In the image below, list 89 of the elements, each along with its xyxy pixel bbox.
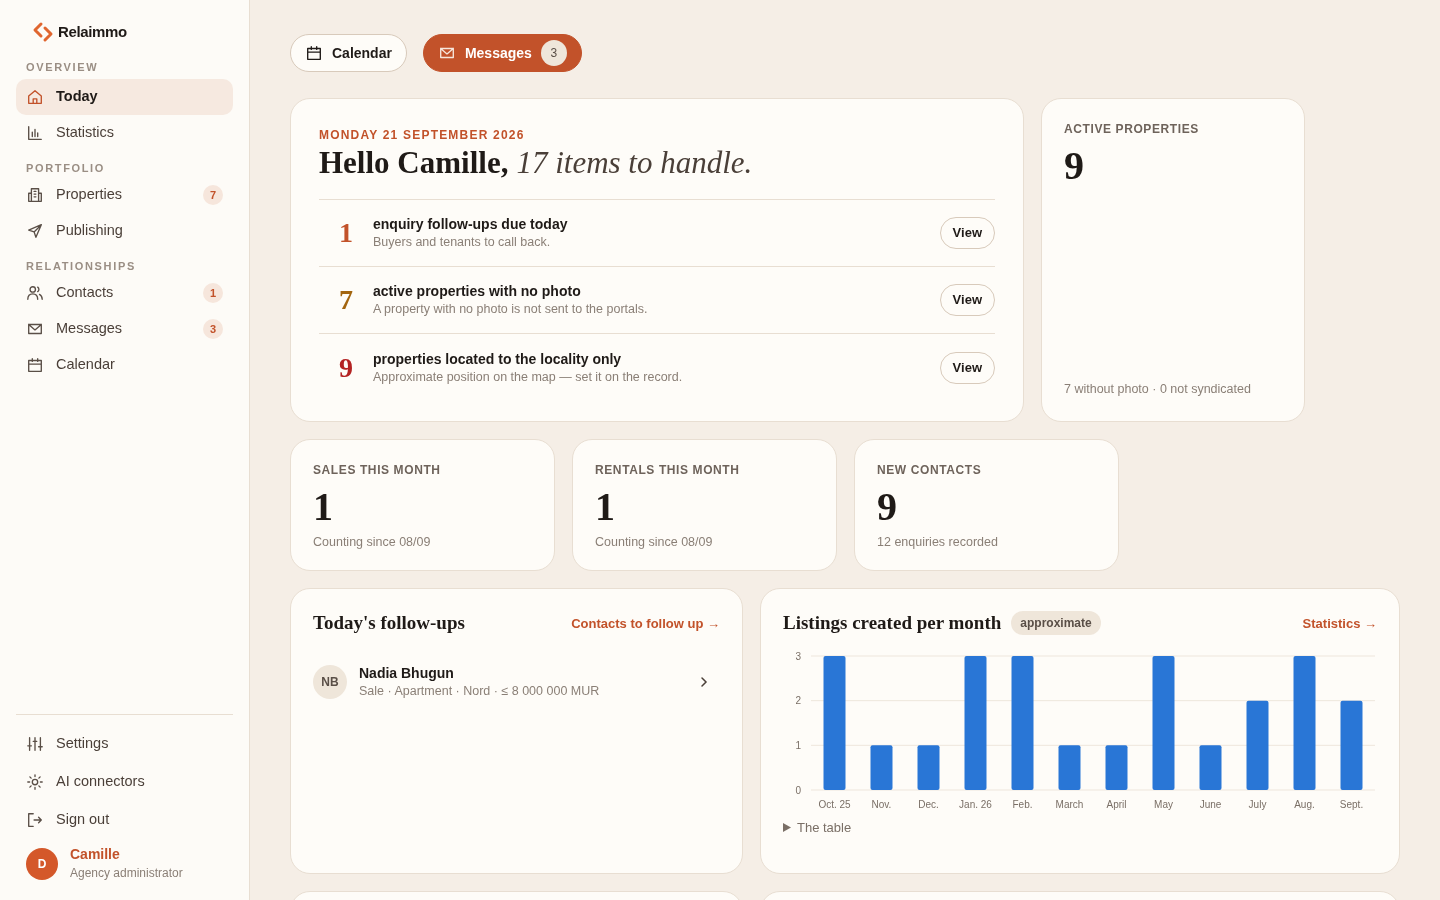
axis-tick-label: June [1199,798,1222,810]
logo-icon [32,21,54,43]
task-subtitle: Approximate position on the map — set it on the record. [373,368,684,386]
card-note: Counting since 08/09 [313,534,432,551]
nav-item[interactable]: Settings [16,725,233,763]
user-role: Agency administrator [70,865,183,882]
nav-item[interactable]: AI connectors [16,763,233,801]
items-summary: 17 items to handle. [516,145,753,181]
stat-value: 1 [595,483,616,531]
axis-tick-label: March [1055,798,1084,810]
brand-name: Relaimmo [58,21,127,42]
axis-tick-label: 2 [795,694,801,706]
user-name: Camille [70,845,121,864]
task-title: active properties with no photo [373,282,582,301]
contact-name: Nadia Bhugun [359,663,455,683]
card-label: SALES THIS MONTH [313,462,442,479]
section-label: PORTFOLIO [25,160,106,176]
task-count: 7 [338,283,354,317]
axis-tick-label: Aug. [1294,798,1315,810]
triangle-icon [783,822,791,832]
nav-item[interactable]: Sign out [16,801,233,839]
sign-out-icon [26,811,44,829]
calendar-icon [26,356,44,374]
nav-item[interactable]: Calendar [16,347,233,383]
count-badge: 3 [540,40,567,66]
chevron-right-icon [700,675,708,688]
bar-chart-icon [26,124,44,142]
nav-item[interactable]: Messages 3 [16,311,233,347]
axis-tick-label: Oct. 25 [818,798,851,810]
contact-row[interactable]: NB Nadia Bhugun Sale · Apartment · Nord · ≤ 8 000 000 MUR [313,655,720,708]
contact-details: Sale · Apartment · Nord · ≤ 8 000 000 MUR [359,682,601,700]
table-toggle[interactable]: The table [783,817,852,837]
task-title: properties located to the locality only [373,349,623,369]
nav-item[interactable]: Properties 7 [16,177,233,213]
stat-value: 9 [877,483,898,531]
contacts-link[interactable]: Contacts to follow up → [571,613,720,633]
axis-tick-label: July [1248,798,1267,810]
send-icon [26,222,44,240]
stat-value: 9 [1064,142,1085,190]
axis-tick-label: 0 [795,784,801,795]
axis-tick-label: Jan. 26 [959,798,992,810]
axis-tick-label: Dec. [918,798,939,810]
tab-button[interactable]: Messages 3 [422,34,582,72]
count-badge: 7 [203,185,223,205]
users-icon [26,284,44,302]
card-label: RENTALS THIS MONTH [595,462,741,479]
stat-value: 1 [313,483,334,531]
count-badge: 1 [203,283,223,303]
section-label: RELATIONSHIPS [25,258,137,274]
axis-tick-label: Sept. [1339,798,1364,810]
nav-item[interactable]: Publishing [16,213,233,249]
nav-item[interactable]: Statistics [16,115,233,151]
view-button[interactable]: View [939,351,995,384]
date-label: MONDAY 21 SEPTEMBER 2026 [319,127,526,144]
user-avatar[interactable]: D [26,847,58,880]
axis-tick-label: April [1106,798,1127,810]
task-subtitle: Buyers and tenants to call back. [373,234,552,251]
axis-tick-label: Feb. [1012,798,1033,810]
view-button[interactable]: View [939,284,995,316]
sliders-icon [26,735,44,753]
tab-button[interactable]: Calendar [290,34,407,72]
task-count: 1 [338,216,354,250]
task-count: 9 [338,350,354,385]
task-title: enquiry follow-ups due today [373,215,569,234]
card-note: Counting since 08/09 [595,534,714,551]
axis-tick-label: 1 [795,739,801,751]
axis-tick-label: Nov. [871,798,892,810]
card-note: 7 without photo · 0 not syndicated [1064,381,1252,399]
card-title: Listings created per month [783,611,1002,635]
statistics-link[interactable]: Statistics → [1302,613,1377,633]
nav-item[interactable]: Contacts 1 [16,275,233,311]
card-note: 12 enquiries recorded [877,534,999,551]
calendar-icon [305,44,323,62]
card-label: NEW CONTACTS [877,462,983,479]
greeting: Hello Camille, [319,145,509,181]
card-label: ACTIVE PROPERTIES [1064,121,1200,138]
building-icon [26,186,44,204]
contact-avatar: NB [313,664,347,699]
nav-item[interactable]: Today [16,79,233,115]
sun-icon [26,773,44,791]
count-badge: 3 [203,319,223,339]
section-label: OVERVIEW [25,59,100,75]
approximate-tag: approximate [1011,611,1101,636]
axis-tick-label: 3 [795,650,801,661]
home-icon [26,88,44,106]
card-title: Today's follow-ups [313,611,465,635]
axis-tick-label: May [1154,798,1173,810]
view-button[interactable]: View [939,217,995,249]
task-subtitle: A property with no photo is not sent to the portals. [373,301,649,318]
